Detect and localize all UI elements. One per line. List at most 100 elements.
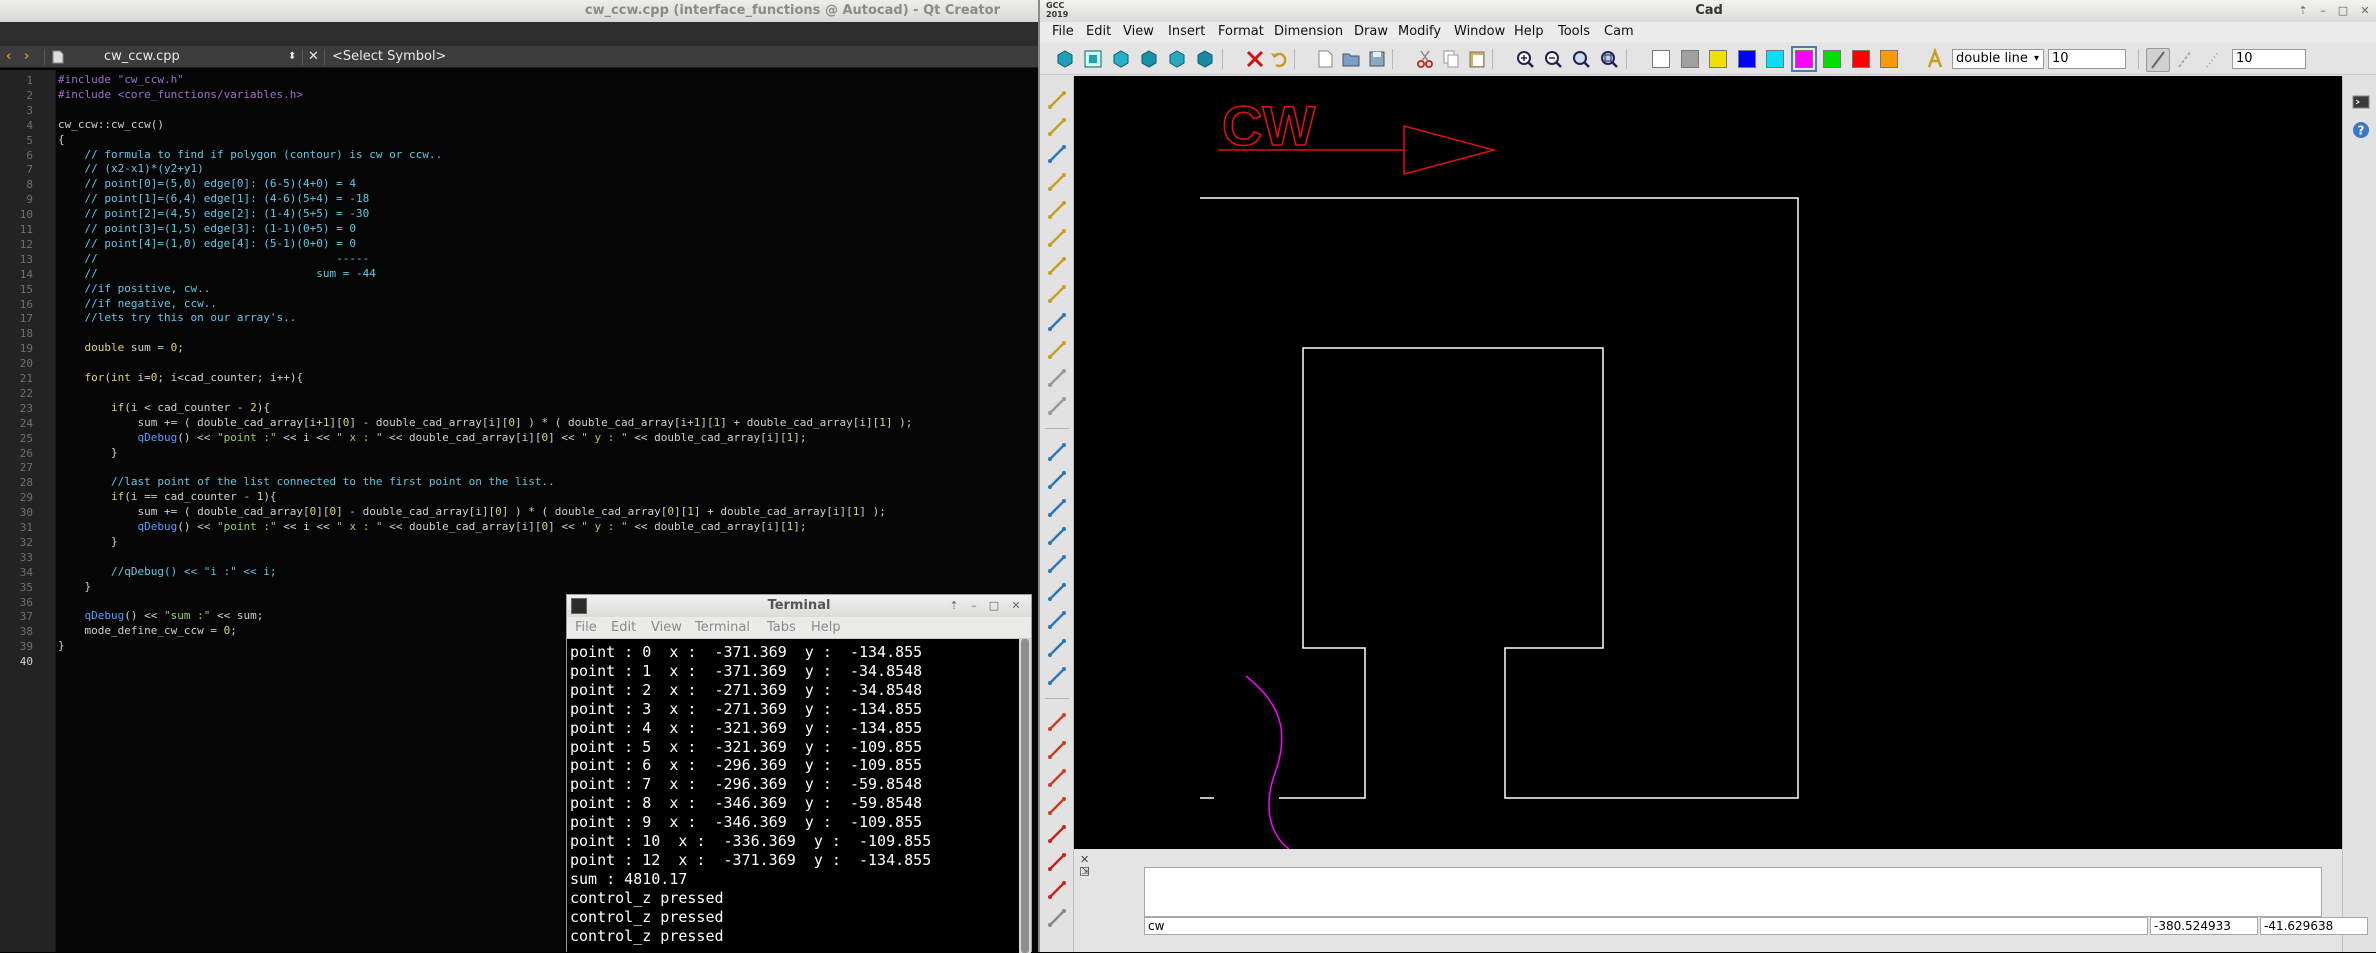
menu-insert[interactable]: Insert	[1168, 24, 1205, 39]
view-iso-icon[interactable]	[1194, 48, 1216, 70]
view-left-icon[interactable]	[1138, 48, 1160, 70]
menu-format[interactable]: Format	[1218, 24, 1264, 39]
console-icon[interactable]	[2351, 92, 2371, 112]
snap-target-icon[interactable]	[1047, 824, 1067, 844]
zoom-window-icon[interactable]	[1598, 48, 1620, 70]
new-file-icon[interactable]	[1314, 48, 1336, 70]
zoom-in-icon[interactable]	[1514, 48, 1536, 70]
close-file-icon[interactable]: ✕	[308, 46, 319, 68]
code-line[interactable]: // point[3]=(1,5) edge[3]: (1-1)(0+5) = …	[58, 222, 357, 237]
view-3d-icon[interactable]	[1054, 48, 1076, 70]
menu-cam[interactable]: Cam	[1604, 24, 1634, 39]
terminal-output[interactable]: point : 0 x : -371.369 y : -134.855 point…	[567, 639, 1019, 953]
pen-dot-icon[interactable]	[2202, 48, 2224, 70]
code-line[interactable]: }	[58, 639, 65, 654]
code-line[interactable]: // -----	[58, 252, 370, 267]
command-input[interactable]: cw	[1144, 917, 2148, 935]
trim-tool-icon[interactable]	[1047, 638, 1067, 658]
line-tool-icon[interactable]	[1047, 90, 1067, 110]
bezier-tool-icon[interactable]	[1047, 284, 1067, 304]
menu-window[interactable]: Window	[1454, 24, 1505, 39]
maximize-icon[interactable]: □	[2336, 4, 2350, 18]
code-line[interactable]: if(i == cad_counter - 1){	[58, 490, 277, 505]
mirror-tool-icon[interactable]	[1047, 554, 1067, 574]
color-swatch[interactable]	[1680, 50, 1699, 68]
code-line[interactable]: //if positive, cw..	[58, 282, 211, 297]
menu-help[interactable]: Help	[1514, 24, 1544, 39]
code-line[interactable]: //if negative, ccw..	[58, 297, 217, 312]
code-line[interactable]: #include "cw_ccw.h"	[58, 73, 184, 88]
code-line[interactable]: for(int i=0; i<cad_counter; i++){	[58, 371, 304, 386]
menu-file[interactable]: File	[1052, 24, 1074, 39]
code-line[interactable]: // point[0]=(5,0) edge[0]: (6-5)(4+0) = …	[58, 177, 357, 192]
code-line[interactable]: //lets try this on our array's..	[58, 311, 297, 326]
paste-icon[interactable]	[1466, 48, 1488, 70]
float-panel-icon[interactable]: ⇲	[1080, 867, 1089, 877]
rectangle-tool-icon[interactable]	[1047, 144, 1067, 164]
close-icon[interactable]: ✕	[2358, 4, 2372, 18]
code-line[interactable]: if(i < cad_counter - 2){	[58, 401, 270, 416]
hatch-tool-icon[interactable]	[1047, 312, 1067, 332]
color-swatch[interactable]	[1790, 46, 1817, 72]
color-swatch[interactable]	[1766, 50, 1784, 68]
code-line[interactable]: // point[2]=(4,5) edge[2]: (1-4)(5+5) = …	[58, 207, 370, 222]
color-swatch[interactable]	[1851, 50, 1870, 68]
code-line[interactable]: // (x2-x1)*(y2+y1)	[58, 162, 204, 177]
nav-forward-icon[interactable]: ›	[24, 46, 29, 68]
menu-modify[interactable]: Modify	[1398, 24, 1441, 39]
cut-icon[interactable]	[1414, 48, 1436, 70]
help-icon[interactable]: ?	[2351, 120, 2371, 140]
spline-tool-icon[interactable]	[1047, 172, 1067, 192]
code-line[interactable]: sum += ( double_cad_array[0][0] - double…	[58, 505, 885, 520]
move-tool-icon[interactable]	[1047, 442, 1067, 462]
code-line[interactable]: }	[58, 535, 118, 550]
code-line[interactable]: cw_ccw::cw_ccw()	[58, 118, 164, 133]
code-line[interactable]: }	[58, 446, 118, 461]
arc-tool-icon[interactable]	[1047, 228, 1067, 248]
minimize-icon[interactable]: –	[2316, 4, 2330, 18]
line-type-select[interactable]: double line ▾	[1952, 49, 2044, 69]
code-line[interactable]: // sum = -44	[58, 267, 376, 282]
menu-edit[interactable]: Edit	[611, 620, 636, 635]
menu-view[interactable]: View	[651, 620, 682, 635]
code-line[interactable]: // formula to find if polygon (contour) …	[58, 148, 443, 163]
snap-circle-icon[interactable]	[1047, 852, 1067, 872]
zoom-fit-icon[interactable]	[1570, 48, 1592, 70]
open-file-icon[interactable]	[1340, 48, 1362, 70]
minimize-icon[interactable]: –	[967, 599, 981, 613]
symbol-selector[interactable]: <Select Symbol>	[332, 46, 446, 68]
color-swatch[interactable]	[1709, 50, 1727, 68]
code-line[interactable]: {	[58, 133, 65, 148]
close-icon[interactable]: ✕	[1009, 599, 1023, 613]
code-line[interactable]: // point[4]=(1,0) edge[4]: (5-1)(0+0) = …	[58, 237, 357, 252]
maximize-icon[interactable]: □	[987, 599, 1001, 613]
shade-icon[interactable]: ⇡	[2296, 4, 2310, 18]
code-line[interactable]: }	[58, 580, 91, 595]
polygon-tool-icon[interactable]	[1047, 256, 1067, 276]
code-line[interactable]: sum += ( double_cad_array[i+1][0] - doub…	[58, 416, 912, 431]
code-line[interactable]: qDebug() << "point :" << i << " x : " <<…	[58, 520, 806, 535]
stretch-tool-icon[interactable]	[1047, 610, 1067, 630]
extend-tool-icon[interactable]	[1047, 666, 1067, 686]
menu-file[interactable]: File	[575, 620, 597, 635]
menu-tools[interactable]: Tools	[1558, 24, 1590, 39]
code-line[interactable]: double sum = 0;	[58, 341, 184, 356]
text-style-icon[interactable]	[1924, 48, 1946, 70]
file-dropdown-icon[interactable]: ⬍	[288, 46, 296, 68]
snap-center-icon[interactable]	[1047, 768, 1067, 788]
view-top-icon[interactable]	[1082, 48, 1104, 70]
close-panel-icon[interactable]: ✕	[1080, 853, 1089, 866]
snap-angle-icon[interactable]	[1047, 908, 1067, 928]
copy-icon[interactable]	[1440, 48, 1462, 70]
code-line[interactable]: qDebug() << "point :" << i << " x : " <<…	[58, 431, 806, 446]
drawing-canvas[interactable]: CW	[1074, 76, 2342, 849]
view-front-icon[interactable]	[1110, 48, 1132, 70]
menu-draw[interactable]: Draw	[1354, 24, 1388, 39]
menu-view[interactable]: View	[1123, 24, 1154, 39]
line-width-input[interactable]: 10	[2048, 49, 2126, 69]
magenta-spline[interactable]	[1245, 675, 1290, 849]
offset-tool-icon[interactable]	[1047, 582, 1067, 602]
nav-back-icon[interactable]: ‹	[6, 46, 11, 68]
menu-dimension[interactable]: Dimension	[1274, 24, 1343, 39]
pen-line-icon[interactable]	[2146, 48, 2170, 72]
